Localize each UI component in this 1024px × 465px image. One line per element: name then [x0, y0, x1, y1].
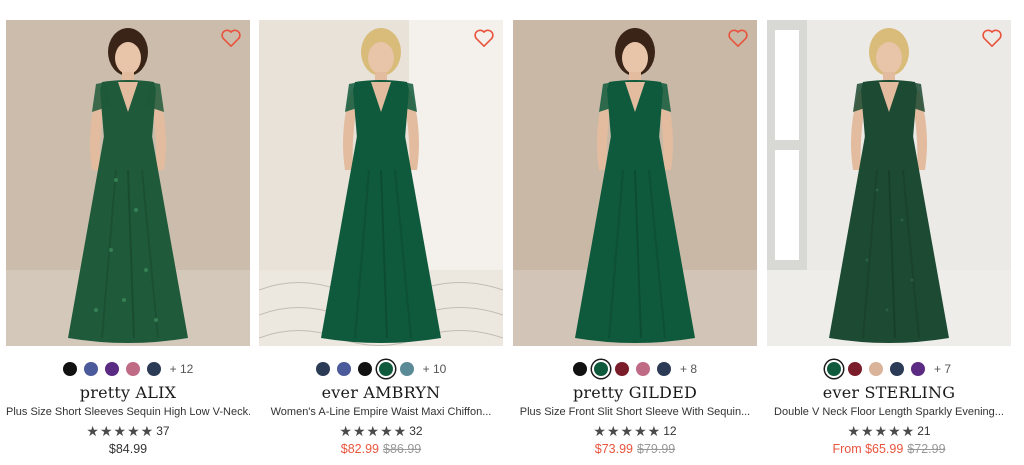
color-swatch[interactable] — [315, 362, 330, 376]
star-icon: ★ — [140, 423, 154, 439]
product-rating: ★ ★ ★ ★ ★ 37 — [6, 424, 250, 438]
product-title[interactable]: Double V Neck Floor Length Sparkly Eveni… — [767, 406, 1011, 418]
review-count: 37 — [156, 424, 170, 438]
star-icon: ★ — [606, 423, 620, 439]
color-swatch[interactable] — [399, 362, 414, 376]
original-price: $86.99 — [383, 442, 422, 456]
star-icon: ★ — [874, 423, 888, 439]
product-card[interactable]: + 10 ever AMBRYN Women's A-Line Empire Wai… — [259, 20, 503, 456]
star-icon: ★ — [393, 423, 407, 439]
color-swatch[interactable] — [826, 362, 841, 376]
product-image[interactable] — [259, 20, 503, 346]
product-image[interactable] — [767, 20, 1011, 346]
star-icon: ★ — [366, 423, 380, 439]
product-brand[interactable]: ever AMBRYN — [259, 383, 503, 402]
color-swatch[interactable] — [656, 362, 671, 376]
color-swatch[interactable] — [868, 362, 883, 376]
product-card[interactable]: + 8 pretty GILDED Plus Size Front Slit Sho… — [513, 20, 757, 456]
review-count: 12 — [663, 424, 677, 438]
star-icon: ★ — [127, 423, 140, 439]
product-brand[interactable]: pretty GILDED — [513, 383, 757, 402]
color-swatches: + 7 — [767, 358, 1011, 380]
heart-outline-icon[interactable] — [473, 28, 495, 48]
color-swatch[interactable] — [125, 362, 140, 376]
product-title[interactable]: Women's A-Line Empire Waist Maxi Chiffon… — [259, 406, 503, 418]
product-price: $73.99 $79.99 — [513, 442, 757, 456]
color-swatch[interactable] — [889, 362, 904, 376]
color-swatch[interactable] — [593, 362, 608, 376]
more-colors-count[interactable]: + 10 — [423, 362, 447, 376]
color-swatch[interactable] — [104, 362, 119, 376]
dress-photo-illustration — [767, 20, 1011, 346]
color-swatch[interactable] — [336, 362, 351, 376]
product-rating: ★ ★ ★ ★ ★ 12 — [513, 424, 757, 438]
color-swatch[interactable] — [910, 362, 925, 376]
star-icon: ★ — [339, 423, 352, 439]
product-image[interactable] — [513, 20, 757, 346]
product-price: $82.99 $86.99 — [259, 442, 503, 456]
color-swatch[interactable] — [357, 362, 372, 376]
star-icon: ★ — [888, 423, 901, 439]
color-swatches: + 12 — [6, 358, 250, 380]
color-swatch[interactable] — [146, 362, 161, 376]
star-icon: ★ — [113, 423, 127, 439]
product-price: From $65.99 $72.99 — [767, 442, 1011, 456]
color-swatches: + 8 — [513, 358, 757, 380]
star-icon: ★ — [352, 423, 366, 439]
review-count: 32 — [409, 424, 423, 438]
sale-price: $73.99 — [594, 442, 633, 456]
product-grid: + 12 pretty ALIX Plus Size Short Sleeves S… — [0, 0, 1024, 465]
product-brand[interactable]: ever STERLING — [767, 383, 1011, 402]
star-icon: ★ — [620, 423, 634, 439]
review-count: 21 — [917, 424, 931, 438]
dress-photo-illustration — [6, 20, 250, 346]
color-swatch[interactable] — [847, 362, 862, 376]
color-swatch[interactable] — [378, 362, 393, 376]
product-rating: ★ ★ ★ ★ ★ 21 — [767, 424, 1011, 438]
star-icon: ★ — [86, 423, 99, 439]
star-icon: ★ — [860, 423, 874, 439]
dress-photo-illustration — [513, 20, 757, 346]
product-rating: ★ ★ ★ ★ ★ 32 — [259, 424, 503, 438]
color-swatch[interactable] — [614, 362, 629, 376]
product-card[interactable]: + 12 pretty ALIX Plus Size Short Sleeves S… — [6, 20, 250, 456]
product-title[interactable]: Plus Size Front Slit Short Sleeve With S… — [513, 406, 757, 418]
color-swatch[interactable] — [635, 362, 650, 376]
original-price: $79.99 — [637, 442, 676, 456]
star-icon: ★ — [847, 423, 860, 439]
heart-outline-icon[interactable] — [220, 28, 242, 48]
product-title[interactable]: Plus Size Short Sleeves Sequin High Low … — [6, 406, 250, 418]
heart-outline-icon[interactable] — [981, 28, 1003, 48]
original-price: $72.99 — [907, 442, 946, 456]
color-swatch[interactable] — [62, 362, 77, 376]
color-swatch[interactable] — [572, 362, 587, 376]
heart-outline-icon[interactable] — [727, 28, 749, 48]
more-colors-count[interactable]: + 8 — [680, 362, 697, 376]
dress-photo-illustration — [259, 20, 503, 346]
star-icon: ★ — [593, 423, 606, 439]
sale-price: $82.99 — [340, 442, 379, 456]
color-swatch[interactable] — [83, 362, 98, 376]
product-card[interactable]: + 7 ever STERLING Double V Neck Floor Leng… — [767, 20, 1011, 456]
more-colors-count[interactable]: + 12 — [170, 362, 194, 376]
star-icon: ★ — [634, 423, 647, 439]
color-swatches: + 10 — [259, 358, 503, 380]
product-price: $84.99 — [6, 442, 250, 456]
star-icon: ★ — [99, 423, 113, 439]
more-colors-count[interactable]: + 7 — [934, 362, 951, 376]
product-brand[interactable]: pretty ALIX — [6, 383, 250, 402]
star-icon: ★ — [647, 423, 661, 439]
product-image[interactable] — [6, 20, 250, 346]
star-icon: ★ — [901, 423, 915, 439]
current-price: $84.99 — [108, 442, 148, 456]
star-icon: ★ — [380, 423, 393, 439]
sale-price: From $65.99 — [832, 442, 904, 456]
